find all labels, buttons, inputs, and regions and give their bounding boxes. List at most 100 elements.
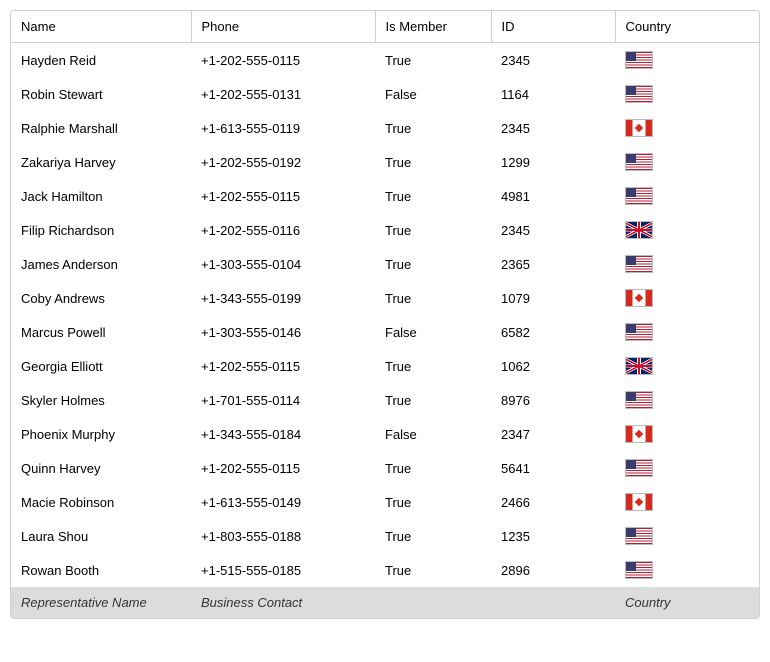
cell-name: Coby Andrews bbox=[11, 281, 191, 315]
cell-name: Macie Robinson bbox=[11, 485, 191, 519]
table-row[interactable]: Coby Andrews+1-343-555-0199True1079 bbox=[11, 281, 760, 315]
cell-phone: +1-613-555-0119 bbox=[191, 111, 375, 145]
cell-id: 4981 bbox=[491, 179, 615, 213]
flag-us-icon bbox=[625, 459, 653, 477]
table-row[interactable]: Zakariya Harvey+1-202-555-0192True1299 bbox=[11, 145, 760, 179]
cell-member: True bbox=[375, 519, 491, 553]
cell-country bbox=[615, 145, 760, 179]
cell-name: Ralphie Marshall bbox=[11, 111, 191, 145]
table-header-row: Name Phone Is Member ID Country bbox=[11, 11, 760, 43]
flag-us-icon bbox=[625, 85, 653, 103]
cell-name: Skyler Holmes bbox=[11, 383, 191, 417]
table-row[interactable]: Macie Robinson+1-613-555-0149True2466 bbox=[11, 485, 760, 519]
cell-phone: +1-202-555-0115 bbox=[191, 349, 375, 383]
cell-country bbox=[615, 417, 760, 451]
footer-id bbox=[491, 587, 615, 618]
table-row[interactable]: Laura Shou+1-803-555-0188True1235 bbox=[11, 519, 760, 553]
cell-id: 2365 bbox=[491, 247, 615, 281]
table-row[interactable]: Robin Stewart+1-202-555-0131False1164 bbox=[11, 77, 760, 111]
cell-id: 1235 bbox=[491, 519, 615, 553]
cell-name: Georgia Elliott bbox=[11, 349, 191, 383]
flag-us-icon bbox=[625, 527, 653, 545]
flag-us-icon bbox=[625, 153, 653, 171]
cell-member: False bbox=[375, 315, 491, 349]
cell-phone: +1-343-555-0184 bbox=[191, 417, 375, 451]
cell-phone: +1-202-555-0115 bbox=[191, 451, 375, 485]
col-header-member[interactable]: Is Member bbox=[375, 11, 491, 43]
cell-name: James Anderson bbox=[11, 247, 191, 281]
cell-id: 1062 bbox=[491, 349, 615, 383]
cell-country bbox=[615, 77, 760, 111]
cell-phone: +1-202-555-0131 bbox=[191, 77, 375, 111]
footer-country: Country bbox=[615, 587, 760, 618]
table-row[interactable]: Jack Hamilton+1-202-555-0115True4981 bbox=[11, 179, 760, 213]
cell-phone: +1-303-555-0104 bbox=[191, 247, 375, 281]
cell-phone: +1-202-555-0116 bbox=[191, 213, 375, 247]
flag-gb-icon bbox=[625, 221, 653, 239]
flag-gb-icon bbox=[625, 357, 653, 375]
cell-id: 2345 bbox=[491, 213, 615, 247]
table-row[interactable]: Filip Richardson+1-202-555-0116True2345 bbox=[11, 213, 760, 247]
cell-name: Rowan Booth bbox=[11, 553, 191, 587]
cell-member: True bbox=[375, 281, 491, 315]
cell-phone: +1-303-555-0146 bbox=[191, 315, 375, 349]
cell-name: Quinn Harvey bbox=[11, 451, 191, 485]
col-header-name[interactable]: Name bbox=[11, 11, 191, 43]
cell-country bbox=[615, 315, 760, 349]
cell-id: 5641 bbox=[491, 451, 615, 485]
cell-phone: +1-202-555-0192 bbox=[191, 145, 375, 179]
cell-country bbox=[615, 349, 760, 383]
cell-id: 8976 bbox=[491, 383, 615, 417]
table-row[interactable]: James Anderson+1-303-555-0104True2365 bbox=[11, 247, 760, 281]
col-header-id[interactable]: ID bbox=[491, 11, 615, 43]
cell-member: True bbox=[375, 451, 491, 485]
flag-us-icon bbox=[625, 255, 653, 273]
footer-phone: Business Contact bbox=[191, 587, 375, 618]
cell-country bbox=[615, 451, 760, 485]
cell-phone: +1-613-555-0149 bbox=[191, 485, 375, 519]
table-row[interactable]: Hayden Reid+1-202-555-0115True2345 bbox=[11, 43, 760, 78]
cell-name: Marcus Powell bbox=[11, 315, 191, 349]
table-row[interactable]: Skyler Holmes+1-701-555-0114True8976 bbox=[11, 383, 760, 417]
cell-member: True bbox=[375, 247, 491, 281]
cell-member: True bbox=[375, 111, 491, 145]
cell-name: Laura Shou bbox=[11, 519, 191, 553]
cell-id: 6582 bbox=[491, 315, 615, 349]
cell-country bbox=[615, 179, 760, 213]
flag-us-icon bbox=[625, 561, 653, 579]
cell-country bbox=[615, 485, 760, 519]
cell-name: Jack Hamilton bbox=[11, 179, 191, 213]
flag-us-icon bbox=[625, 323, 653, 341]
table-row[interactable]: Phoenix Murphy+1-343-555-0184False2347 bbox=[11, 417, 760, 451]
cell-member: True bbox=[375, 145, 491, 179]
representatives-table: Name Phone Is Member ID Country Hayden R… bbox=[10, 10, 760, 619]
table-row[interactable]: Marcus Powell+1-303-555-0146False6582 bbox=[11, 315, 760, 349]
table-row[interactable]: Ralphie Marshall+1-613-555-0119True2345 bbox=[11, 111, 760, 145]
cell-id: 2345 bbox=[491, 43, 615, 78]
col-header-phone[interactable]: Phone bbox=[191, 11, 375, 43]
footer-name: Representative Name bbox=[11, 587, 191, 618]
cell-country bbox=[615, 213, 760, 247]
cell-name: Zakariya Harvey bbox=[11, 145, 191, 179]
cell-member: True bbox=[375, 43, 491, 78]
cell-country bbox=[615, 281, 760, 315]
cell-phone: +1-343-555-0199 bbox=[191, 281, 375, 315]
cell-phone: +1-202-555-0115 bbox=[191, 43, 375, 78]
cell-id: 2345 bbox=[491, 111, 615, 145]
cell-name: Robin Stewart bbox=[11, 77, 191, 111]
cell-member: True bbox=[375, 213, 491, 247]
cell-country bbox=[615, 43, 760, 78]
cell-id: 2347 bbox=[491, 417, 615, 451]
cell-id: 1164 bbox=[491, 77, 615, 111]
cell-id: 2466 bbox=[491, 485, 615, 519]
table-row[interactable]: Rowan Booth+1-515-555-0185True2896 bbox=[11, 553, 760, 587]
cell-country bbox=[615, 519, 760, 553]
col-header-country[interactable]: Country bbox=[615, 11, 760, 43]
cell-member: True bbox=[375, 349, 491, 383]
cell-phone: +1-701-555-0114 bbox=[191, 383, 375, 417]
table-row[interactable]: Georgia Elliott+1-202-555-0115True1062 bbox=[11, 349, 760, 383]
cell-phone: +1-803-555-0188 bbox=[191, 519, 375, 553]
flag-ca-icon bbox=[625, 425, 653, 443]
cell-name: Hayden Reid bbox=[11, 43, 191, 78]
table-row[interactable]: Quinn Harvey+1-202-555-0115True5641 bbox=[11, 451, 760, 485]
